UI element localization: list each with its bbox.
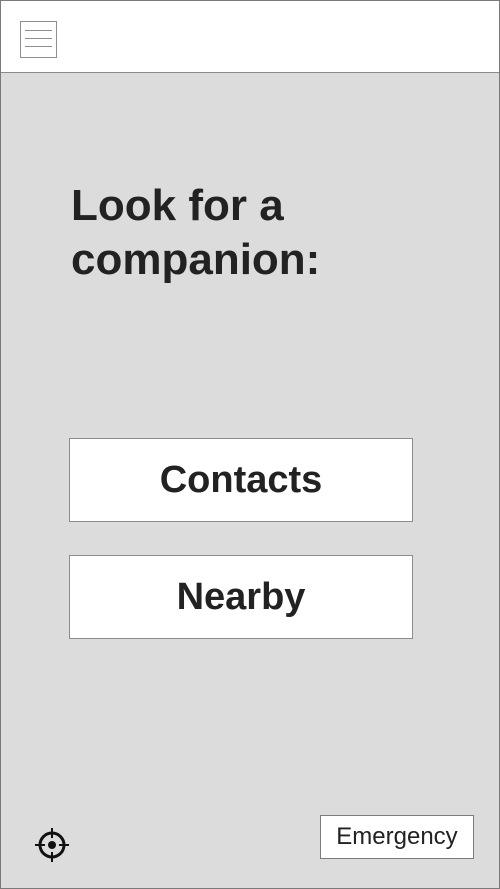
locate-button[interactable] xyxy=(33,826,71,864)
contacts-button[interactable]: Contacts xyxy=(69,438,413,522)
emergency-button[interactable]: Emergency xyxy=(320,815,474,859)
nearby-button[interactable]: Nearby xyxy=(69,555,413,639)
hamburger-menu-icon xyxy=(25,30,52,31)
main-content: Look for a companion: Contacts Nearby Em… xyxy=(1,73,499,888)
hamburger-menu-icon-line xyxy=(25,38,52,39)
app-frame: Look for a companion: Contacts Nearby Em… xyxy=(0,0,500,889)
page-title: Look for a companion: xyxy=(71,181,321,284)
crosshair-location-icon xyxy=(35,828,69,862)
hamburger-menu-icon-line xyxy=(25,46,52,47)
menu-button[interactable] xyxy=(20,21,57,58)
top-bar xyxy=(1,1,499,73)
